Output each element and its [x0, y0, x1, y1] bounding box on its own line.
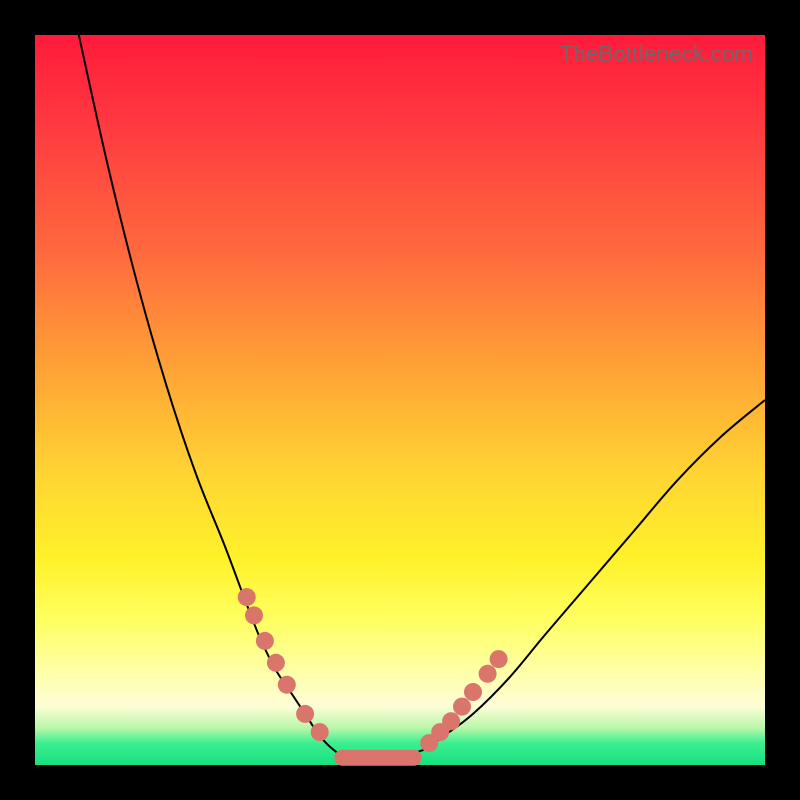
highlight-dot: [256, 632, 274, 650]
highlight-dot: [442, 712, 460, 730]
highlight-dot: [238, 588, 256, 606]
highlight-dots-group: [238, 588, 508, 752]
highlight-dot: [311, 723, 329, 741]
highlight-dot: [245, 606, 263, 624]
highlight-dot: [464, 683, 482, 701]
chart-svg: [35, 35, 765, 765]
highlight-dot: [453, 698, 471, 716]
chart-frame: TheBottleneck.com: [0, 0, 800, 800]
bottleneck-curve: [79, 35, 765, 759]
chart-plot-area: TheBottleneck.com: [35, 35, 765, 765]
highlight-dot: [296, 705, 314, 723]
highlight-dot: [490, 650, 508, 668]
highlight-dot: [278, 676, 296, 694]
flat-minimum-bar: [334, 750, 422, 766]
highlight-dot: [479, 665, 497, 683]
highlight-dot: [267, 654, 285, 672]
